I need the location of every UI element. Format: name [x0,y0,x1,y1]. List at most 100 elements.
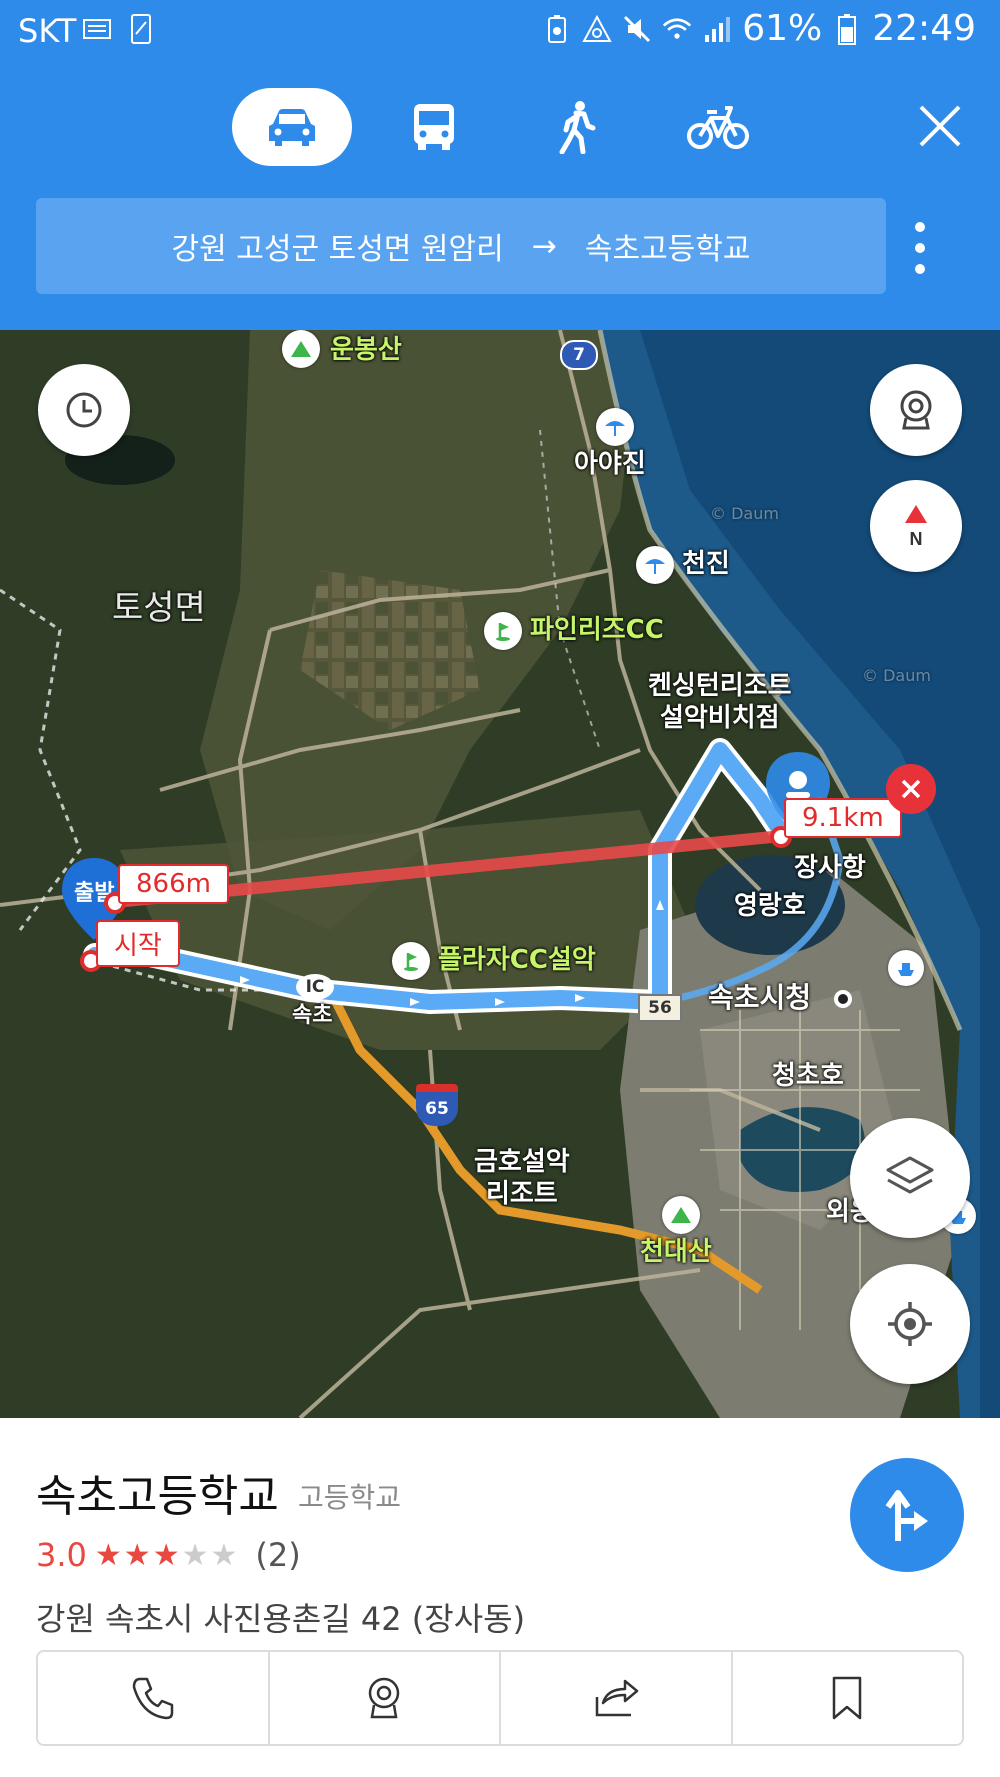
clock-icon [66,392,102,428]
top-header: SKT 61% 22:49 강원 고성군 토성면 원암리 → 속초고등학교 [0,0,1000,330]
place-label-cheongchoho[interactable]: 청초호 [772,1060,844,1092]
map-watermark: © Daum [862,666,931,685]
directions-button[interactable] [850,1458,964,1572]
roadview-action-button[interactable] [270,1652,501,1744]
location-target-icon [888,1302,932,1346]
walk-icon [559,101,596,154]
place-label-kensington[interactable]: 켄싱턴리조트 설악비치점 [648,670,792,734]
turn-right-arrow-icon [885,1490,928,1541]
bookmark-button[interactable] [733,1652,963,1744]
carrier-label: SKT [18,12,77,50]
status-right: 61% 22:49 [542,8,976,49]
golf-icon [392,942,430,980]
call-button[interactable] [38,1652,270,1744]
share-arrow-icon [595,1679,638,1717]
roadview-camera-icon [900,390,932,430]
bicycle-icon [687,106,749,149]
total-distance-label: 9.1km [784,798,902,838]
mute-icon [622,14,652,44]
close-icon [919,105,961,147]
place-label-ayajin[interactable]: 아야진 [574,448,646,480]
place-label-cheondaesan[interactable]: 천대산 [640,1236,712,1268]
place-category: 고등학교 [298,1481,402,1514]
transport-mode-tabs [232,88,800,166]
highway-shield-65: 65 [416,1084,458,1126]
star-filled-icon: ★ [123,1537,151,1573]
ic-marker: IC [296,974,334,1000]
place-label-kumho[interactable]: 금호설악 리조트 [474,1146,570,1210]
more-dot [915,222,925,232]
bookmark-icon [833,1676,862,1720]
more-dot [915,243,925,253]
star-filled-icon: ★ [94,1537,122,1573]
roadview-button[interactable] [870,364,962,456]
more-dot [915,264,925,274]
my-location-button[interactable] [850,1264,970,1384]
place-label-plazacc[interactable]: 플라자CC설악 [438,944,596,976]
route-origin: 강원 고성군 토성면 원암리 [171,232,504,267]
mountain-icon [662,1196,700,1234]
region-label-tosungmyeon: 토성면 [112,588,206,628]
map-watermark: © Daum [710,504,779,523]
place-rating[interactable]: 3.0 ★ ★ ★ ★ ★ (2) [36,1536,301,1574]
tab-bicycle[interactable] [658,88,778,166]
route-arrow: → [531,228,557,264]
status-left-icons [82,14,156,44]
review-count: (2) [255,1536,301,1574]
place-action-bar [36,1650,964,1746]
star-filled-icon: ★ [152,1537,180,1573]
battery-percent: 61% [742,8,823,49]
phone-icon [132,1677,173,1720]
status-bar: SKT 61% 22:49 [0,0,1000,64]
history-button[interactable] [38,364,130,456]
compass-button[interactable]: N [870,480,962,572]
place-name[interactable]: 속초고등학교 [36,1460,279,1524]
sync-icon [582,14,612,44]
share-button[interactable] [501,1652,733,1744]
mountain-icon [282,330,320,368]
battery-saver-icon [542,14,572,44]
segment-distance-label: 866m [118,864,229,904]
more-options-button[interactable] [910,218,930,278]
beach-icon [636,546,674,584]
place-info-sheet: 속초고등학교 고등학교 3.0 ★ ★ ★ ★ ★ (2) 강원 속초시 사진용촌길 4… [0,1418,1000,1777]
tab-bus[interactable] [374,88,494,166]
beach-icon [596,408,634,446]
close-icon [901,779,921,799]
rating-score: 3.0 [36,1536,87,1574]
phone-notification-icon [126,14,156,44]
golf-icon [484,612,522,650]
keyboard-icon [82,14,112,44]
tab-car[interactable] [232,88,352,166]
place-label-yeongrangho[interactable]: 영랑호 [734,890,806,922]
svg-text:N: N [910,529,923,549]
layers-button[interactable] [850,1118,970,1238]
delete-measure-button[interactable] [886,764,936,814]
road-shield-56: 56 [638,994,682,1022]
star-empty-icon: ★ [181,1537,209,1573]
star-empty-icon: ★ [210,1537,238,1573]
map-view[interactable]: © Daum © Daum 운봉산 7 아야진 천진 토성면 파인리즈CC 켄싱… [0,330,1000,1418]
place-label-sokchosicheong[interactable]: 속초시청 [708,982,811,1014]
compass-north-icon: N [905,505,927,549]
place-label-unbongsan[interactable]: 운봉산 [330,334,402,366]
layers-icon [886,1156,934,1194]
roadview-camera-icon [369,1677,400,1719]
rating-stars: ★ ★ ★ ★ ★ [95,1538,238,1573]
route-destination: 속초고등학교 [584,232,751,267]
close-button[interactable] [910,96,970,156]
wifi-icon [662,14,692,44]
place-address: 강원 속초시 사진용촌길 42 (장사동) [36,1600,526,1638]
ferry-icon [888,950,924,986]
place-label-sokcho-ic[interactable]: 속초 [292,1000,332,1032]
route-summary-bar[interactable]: 강원 고성군 토성면 원암리 → 속초고등학교 [36,198,886,294]
car-icon [269,109,315,146]
place-label-pinerizcc[interactable]: 파인리즈CC [530,614,664,646]
place-label-jangsahang[interactable]: 장사항 [794,852,866,884]
road-shield-7: 7 [560,340,598,370]
tab-walk[interactable] [516,88,636,166]
clock-time: 22:49 [872,8,976,49]
city-hall-marker [834,990,852,1008]
start-distance-label: 시작 [96,920,180,967]
place-label-cheonjin[interactable]: 천진 [682,548,730,580]
